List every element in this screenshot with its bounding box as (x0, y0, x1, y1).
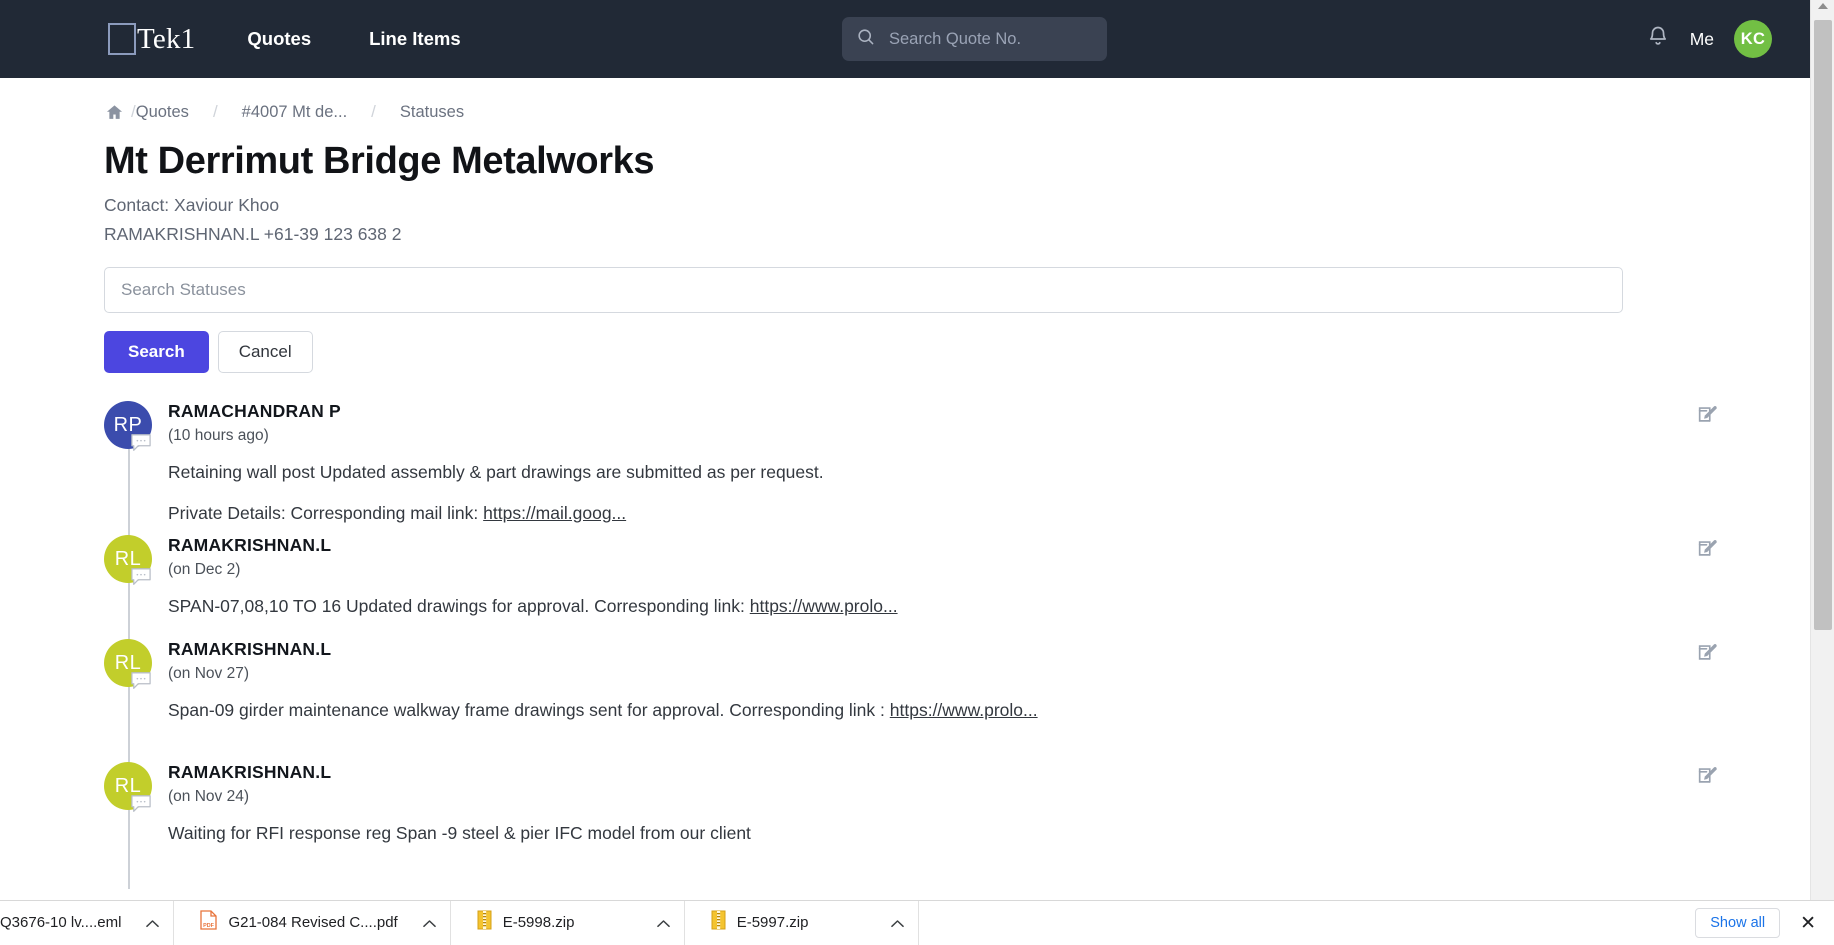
svg-text:PDF: PDF (204, 923, 215, 929)
chevron-up-icon[interactable] (146, 916, 159, 930)
pdf-file-icon: PDF (200, 910, 217, 935)
search-icon (856, 27, 875, 51)
download-file-name: Q3676-10 lv....eml (0, 914, 121, 931)
status-private-details: Private Details: Corresponding mail link… (168, 502, 1560, 526)
main-nav-links: Quotes Line Items (247, 28, 460, 50)
zip-file-icon (477, 910, 492, 935)
breadcrumb-item-quote[interactable]: #4007 Mt de... (218, 103, 372, 122)
edit-icon[interactable] (1696, 764, 1718, 786)
vertical-scrollbar[interactable] (1810, 0, 1834, 904)
close-icon[interactable]: ✕ (1796, 912, 1820, 935)
status-time: (10 hours ago) (168, 427, 1560, 445)
download-item[interactable]: PDF G21-084 Revised C....pdf (174, 901, 450, 945)
breadcrumb-item-quotes[interactable]: Quotes (136, 103, 213, 122)
brand-logo[interactable]: Tek1 (108, 23, 195, 56)
breadcrumb: / Quotes / #4007 Mt de... / Statuses (104, 102, 1810, 122)
nav-right-cluster: Me KC (1646, 0, 1772, 78)
search-button[interactable]: Search (104, 331, 209, 373)
square-logo-icon (108, 23, 136, 55)
downloads-bar: Q3676-10 lv....eml PDF G21-084 Revised C… (0, 900, 1834, 944)
download-file-name: G21-084 Revised C....pdf (228, 914, 397, 931)
home-icon[interactable] (104, 103, 131, 122)
download-file-name: E-5997.zip (737, 914, 809, 931)
download-item[interactable]: E-5997.zip (685, 901, 919, 945)
show-all-downloads-button[interactable]: Show all (1695, 908, 1780, 938)
status-link[interactable]: https://www.prolo... (750, 596, 898, 616)
edit-icon[interactable] (1696, 641, 1718, 663)
quote-search-box[interactable] (842, 17, 1107, 61)
downloads-bar-actions: Show all ✕ (1695, 901, 1820, 945)
phone-line: RAMAKRISHNAN.L +61-39 123 638 2 (104, 224, 1810, 245)
page-title: Mt Derrimut Bridge Metalworks (104, 140, 1810, 183)
status-entry: RL RAMAKRISHNAN.L (on Dec 2) SPAN-07,08,… (0, 535, 1810, 639)
status-text-prefix: SPAN-07,08,10 TO 16 Updated drawings for… (168, 596, 750, 616)
status-author: RAMAKRISHNAN.L (168, 535, 1560, 556)
status-author: RAMAKRISHNAN.L (168, 762, 1560, 783)
nav-link-line-items[interactable]: Line Items (369, 28, 461, 50)
edit-icon[interactable] (1696, 537, 1718, 559)
chevron-up-icon[interactable] (423, 916, 436, 930)
status-link[interactable]: https://mail.goog... (483, 503, 626, 523)
page-content: / Quotes / #4007 Mt de... / Statuses Mt … (0, 78, 1810, 904)
status-text: Retaining wall post Updated assembly & p… (168, 461, 1560, 485)
user-avatar[interactable]: KC (1734, 20, 1772, 58)
comment-bubble-icon (130, 433, 152, 453)
status-entry: RL RAMAKRISHNAN.L (on Nov 24) Waiting fo… (0, 762, 1810, 862)
status-time: (on Nov 24) (168, 788, 1560, 806)
edit-icon[interactable] (1696, 403, 1718, 425)
scroll-up-arrow-icon[interactable] (1818, 3, 1828, 9)
download-item[interactable]: E-5998.zip (451, 901, 685, 945)
top-navigation-bar: Tek1 Quotes Line Items Me KC (0, 0, 1810, 78)
status-text: Waiting for RFI response reg Span -9 ste… (168, 822, 1560, 846)
search-statuses-input[interactable] (104, 267, 1623, 313)
zip-file-icon (711, 910, 726, 935)
status-entry: RL RAMAKRISHNAN.L (on Nov 27) Span-09 gi… (0, 639, 1810, 762)
chevron-up-icon[interactable] (891, 916, 904, 930)
comment-bubble-icon (130, 794, 152, 814)
cancel-button[interactable]: Cancel (218, 331, 313, 373)
status-link[interactable]: https://www.prolo... (890, 700, 1038, 720)
comment-bubble-icon (130, 671, 152, 691)
statuses-timeline: RP RAMACHANDRAN P (10 hours ago) Retaini… (0, 401, 1810, 862)
scrollbar-thumb[interactable] (1814, 20, 1832, 630)
download-item[interactable]: Q3676-10 lv....eml (0, 901, 174, 945)
nav-link-quotes[interactable]: Quotes (247, 28, 311, 50)
status-text-prefix: Span-09 girder maintenance walkway frame… (168, 700, 890, 720)
bell-icon[interactable] (1646, 24, 1670, 54)
search-form-actions: Search Cancel (104, 331, 1810, 373)
status-author: RAMACHANDRAN P (168, 401, 1560, 422)
brand-name: Tek1 (137, 23, 195, 56)
status-text: Span-09 girder maintenance walkway frame… (168, 699, 1560, 723)
quote-search-input[interactable] (887, 24, 1077, 54)
status-text: SPAN-07,08,10 TO 16 Updated drawings for… (168, 595, 1560, 619)
status-entry: RP RAMACHANDRAN P (10 hours ago) Retaini… (0, 401, 1810, 535)
contact-line: Contact: Xaviour Khoo (104, 195, 1810, 216)
status-time: (on Dec 2) (168, 561, 1560, 579)
download-file-name: E-5998.zip (503, 914, 575, 931)
comment-bubble-icon (130, 567, 152, 587)
status-time: (on Nov 27) (168, 665, 1560, 683)
status-author: RAMAKRISHNAN.L (168, 639, 1560, 660)
chevron-up-icon[interactable] (657, 916, 670, 930)
status-private-prefix: Private Details: Corresponding mail link… (168, 503, 483, 523)
breadcrumb-item-statuses[interactable]: Statuses (376, 103, 488, 122)
me-label[interactable]: Me (1690, 29, 1714, 50)
